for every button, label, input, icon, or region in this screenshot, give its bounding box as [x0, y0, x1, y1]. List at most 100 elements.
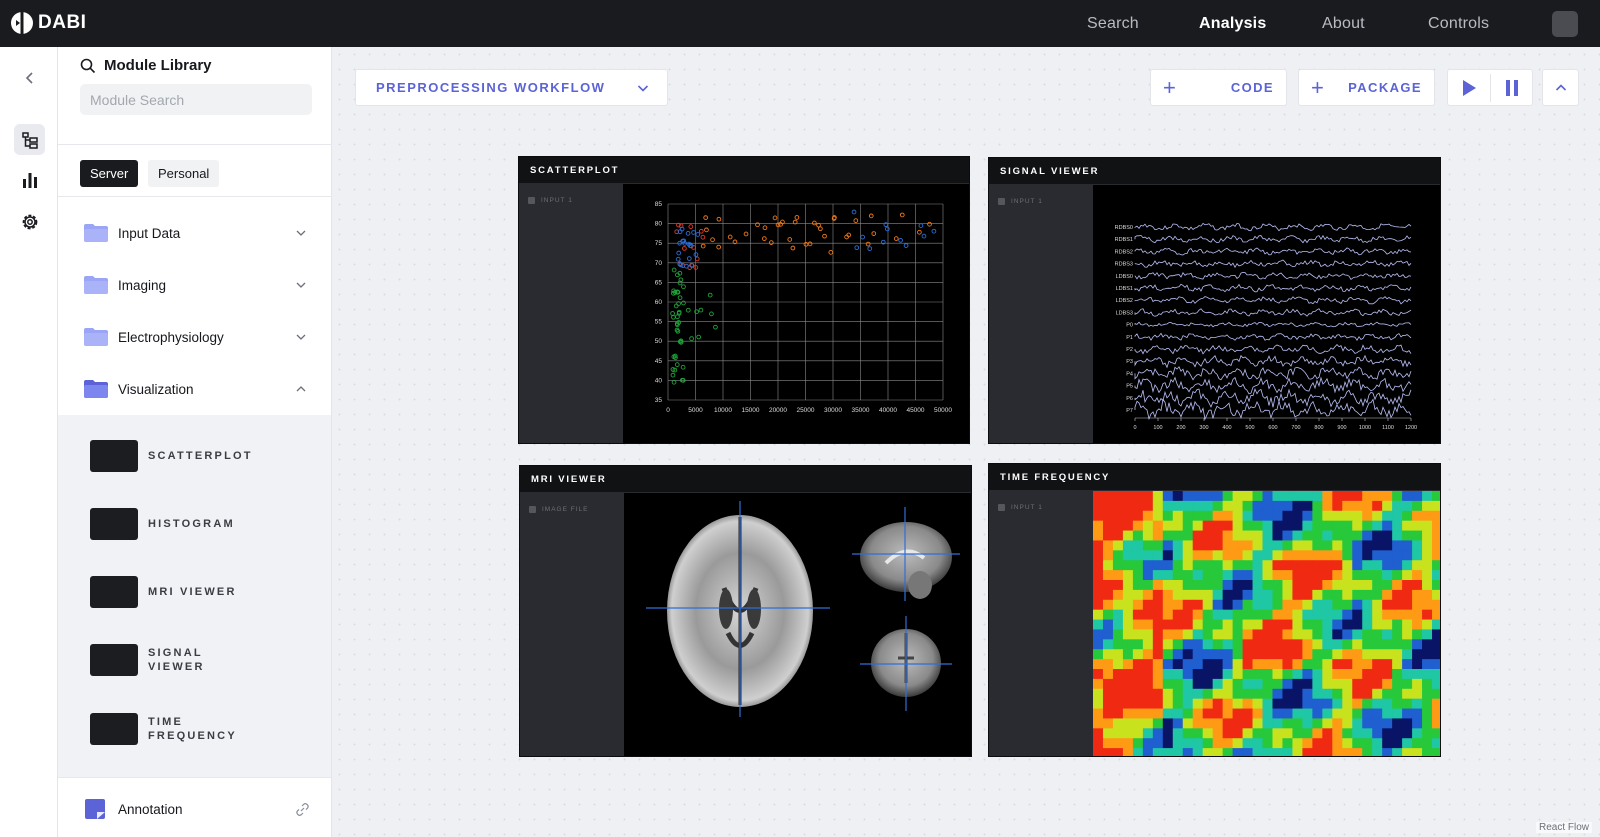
heatmap-cell: [1212, 550, 1224, 561]
tab-server[interactable]: Server: [80, 160, 139, 187]
pause-button[interactable]: [1491, 70, 1533, 105]
heatmap-cell: [1302, 589, 1313, 601]
heatmap-cell: [1112, 510, 1124, 522]
heatmap-cell: [1272, 510, 1284, 522]
heatmap-cell: [1152, 629, 1164, 640]
category-visualization[interactable]: Visualization: [58, 364, 331, 414]
nav-search[interactable]: Search: [1087, 15, 1139, 33]
heatmap-cell: [1152, 678, 1164, 690]
node-inputs: INPUT 1: [989, 491, 1093, 756]
heatmap-cell: [1362, 698, 1373, 710]
x-tick-label: 0: [666, 407, 670, 414]
scatter-point: [700, 234, 706, 240]
nav-controls[interactable]: Controls: [1428, 15, 1489, 33]
nav-about[interactable]: About: [1322, 15, 1365, 33]
heatmap-cell: [1212, 669, 1224, 680]
heatmap-cell: [1402, 589, 1413, 601]
charts-button[interactable]: [14, 164, 45, 195]
heatmap-cell: [1162, 639, 1174, 650]
gear-icon: [22, 214, 37, 229]
heatmap-cell: [1372, 599, 1383, 611]
signal-viewer-node[interactable]: SIGNAL VIEWER INPUT 1 RDBS0 RDBS1 RDBS2 RDB…: [988, 157, 1441, 444]
brand-logo[interactable]: DABI: [10, 11, 86, 35]
heatmap-cell: [1362, 550, 1373, 561]
workflow-canvas[interactable]: PREPROCESSING WORKFLOW + CODE + PACKAGE …: [332, 47, 1600, 837]
heatmap-cell: [1342, 520, 1353, 532]
heatmap-cell: [1332, 589, 1343, 601]
category-electrophysiology[interactable]: Electrophysiology: [58, 312, 331, 362]
category-annotation[interactable]: Annotation: [58, 784, 331, 834]
heatmap-cell: [1162, 530, 1174, 542]
user-avatar[interactable]: [1552, 11, 1578, 37]
y-tick-label: 45: [655, 358, 663, 365]
input-port[interactable]: IMAGE FILE: [529, 506, 588, 513]
mri-viewer-node[interactable]: MRI VIEWER IMAGE FILE: [519, 465, 972, 757]
module-scatterplot[interactable]: SCATTERPLOT: [90, 440, 316, 474]
module-mri-viewer[interactable]: MRI VIEWER: [90, 576, 316, 610]
heatmap-cell: [1232, 540, 1244, 551]
heatmap-cell: [1182, 570, 1194, 581]
node-title: SIGNAL VIEWER: [1000, 166, 1100, 177]
heatmap-cell: [1382, 510, 1393, 522]
heatmap-cell: [1252, 540, 1264, 551]
module-search-input[interactable]: [80, 84, 312, 115]
heatmap-cell: [1332, 520, 1343, 532]
settings-button[interactable]: [14, 206, 45, 237]
heatmap-cell: [1412, 688, 1423, 700]
nav-analysis[interactable]: Analysis: [1199, 15, 1266, 33]
heatmap-cell: [1402, 678, 1413, 690]
tab-personal[interactable]: Personal: [148, 160, 220, 187]
collapse-panel-button[interactable]: [14, 62, 45, 93]
heatmap-cell: [1152, 580, 1164, 591]
port-handle[interactable]: [529, 506, 536, 513]
heatmap-cell: [1142, 609, 1154, 621]
heatmap-cell: [1232, 678, 1244, 690]
category-input-data[interactable]: Input Data: [58, 208, 331, 258]
heatmap-cell: [1132, 491, 1144, 502]
port-handle[interactable]: [528, 197, 535, 204]
heatmap-cell: [1212, 500, 1224, 512]
heatmap-cell: [1412, 540, 1423, 551]
collapse-toolbar-button[interactable]: [1542, 69, 1579, 106]
input-port[interactable]: INPUT 1: [998, 504, 1043, 511]
heatmap-cell: [1282, 688, 1294, 700]
heatmap-cell: [1362, 580, 1373, 591]
port-handle[interactable]: [998, 198, 1005, 205]
heatmap-cell: [1412, 580, 1423, 591]
channel-label: LDBS3: [1116, 310, 1133, 316]
heatmap-cell: [1132, 540, 1144, 551]
play-button[interactable]: [1448, 70, 1490, 105]
workflow-select[interactable]: PREPROCESSING WORKFLOW: [355, 69, 668, 106]
add-package-button[interactable]: + PACKAGE: [1298, 69, 1435, 106]
module-time-frequency[interactable]: TIME FREQUENCY: [90, 713, 316, 747]
node-inputs: INPUT 1: [519, 184, 623, 443]
time-frequency-node[interactable]: TIME FREQUENCY INPUT 1: [988, 463, 1441, 757]
port-handle[interactable]: [998, 504, 1005, 511]
heatmap-cell: [1312, 570, 1323, 581]
channel-label: P6: [1126, 396, 1133, 402]
heatmap-cell: [1332, 530, 1343, 542]
heatmap-cell: [1252, 748, 1264, 756]
scatterplot-node[interactable]: SCATTERPLOT INPUT 1 0 5000 10000 15000 20000…: [518, 156, 970, 444]
heatmap-cell: [1242, 678, 1254, 690]
input-port[interactable]: INPUT 1: [998, 198, 1043, 205]
heatmap-cell: [1212, 570, 1224, 581]
heatmap-cell: [1102, 659, 1114, 670]
input-port[interactable]: INPUT 1: [528, 197, 573, 204]
heatmap-cell: [1322, 688, 1333, 700]
heatmap-cell: [1402, 530, 1413, 542]
workflow-tree-button[interactable]: [14, 124, 45, 155]
heatmap-cell: [1282, 510, 1294, 522]
heatmap-cell: [1302, 491, 1313, 502]
node-title: TIME FREQUENCY: [1000, 472, 1111, 483]
module-signal-viewer[interactable]: SIGNAL VIEWER: [90, 644, 316, 678]
heatmap-cell: [1192, 520, 1204, 532]
react-flow-attribution[interactable]: React Flow: [1536, 822, 1593, 833]
heatmap-cell: [1242, 619, 1254, 631]
heatmap-cell: [1202, 580, 1214, 591]
heatmap-cell: [1252, 560, 1264, 571]
heatmap-cell: [1382, 570, 1393, 581]
category-imaging[interactable]: Imaging: [58, 260, 331, 310]
add-code-button[interactable]: + CODE: [1150, 69, 1287, 106]
module-histogram[interactable]: HISTOGRAM: [90, 508, 316, 542]
